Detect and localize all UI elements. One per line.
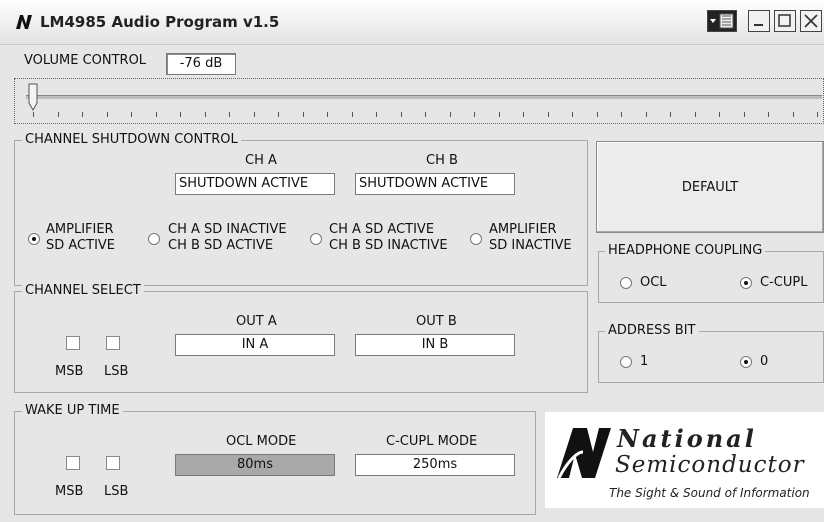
ch-a-status: SHUTDOWN ACTIVE xyxy=(175,173,335,195)
volume-label: VOLUME CONTROL xyxy=(24,53,147,68)
volume-value: -76 dB xyxy=(166,53,236,75)
radio-ch-a-inactive[interactable] xyxy=(148,233,160,245)
slider-tick xyxy=(474,112,475,117)
national-n-icon xyxy=(557,428,611,479)
slider-tick xyxy=(645,112,647,117)
slider-tick xyxy=(57,112,59,117)
slider-tick xyxy=(180,112,181,117)
slider-tick xyxy=(621,112,622,117)
wake-up-msb-checkbox[interactable] xyxy=(66,456,80,470)
slider-tick xyxy=(817,112,818,117)
slider-tick xyxy=(498,112,500,117)
channel-shutdown-label: CHANNEL SHUTDOWN CONTROL xyxy=(22,132,241,147)
out-a-header: OUT A xyxy=(236,314,277,329)
channel-select-msb-checkbox[interactable] xyxy=(66,336,80,350)
default-button[interactable]: DEFAULT xyxy=(596,141,824,233)
wake-up-time-label: WAKE UP TIME xyxy=(22,403,123,418)
channel-shutdown-group xyxy=(14,140,588,286)
logo-national-text: National xyxy=(617,424,757,453)
radio-address-1[interactable] xyxy=(620,356,632,368)
ocl-label: OCL xyxy=(640,275,667,290)
slider-tick xyxy=(106,112,108,117)
radio-amplifier-sd-inactive[interactable] xyxy=(470,233,482,245)
wake-up-lsb-label: LSB xyxy=(104,484,129,499)
slider-tick xyxy=(376,112,377,117)
slider-tick xyxy=(278,112,279,117)
logo-tagline: The Sight & Sound of Information xyxy=(609,486,810,500)
window-title: LM4985 Audio Program v1.5 xyxy=(40,13,280,31)
slider-tick xyxy=(131,112,132,117)
address-0-label: 0 xyxy=(760,354,769,369)
headphone-coupling-label: HEADPHONE COUPLING xyxy=(605,243,766,258)
slider-tick xyxy=(425,112,426,117)
title-bar: LM4985 Audio Program v1.5 xyxy=(0,0,824,45)
out-b-value: IN B xyxy=(355,334,515,356)
slider-tick xyxy=(327,112,328,117)
option-amplifier-sd-inactive-label: AMPLIFIER SD INACTIVE xyxy=(489,222,572,253)
channel-select-msb-label: MSB xyxy=(55,364,84,379)
slider-tick xyxy=(572,112,573,117)
app-window: LM4985 Audio Program v1.5 VOLUME CONTROL… xyxy=(0,0,824,522)
slider-tick xyxy=(523,112,524,117)
slider-tick xyxy=(82,112,83,117)
logo-semiconductor-text: Semiconductor xyxy=(615,452,805,478)
out-b-header: OUT B xyxy=(416,314,457,329)
slider-tick xyxy=(694,112,696,117)
slider-tick xyxy=(547,112,549,117)
slider-tick xyxy=(33,112,34,117)
window-menu-icon[interactable] xyxy=(707,10,737,32)
slider-tick xyxy=(596,112,598,117)
radio-ocl[interactable] xyxy=(620,277,632,289)
ch-a-header: CH A xyxy=(245,153,277,168)
slider-tick xyxy=(204,112,206,117)
option-amplifier-sd-active-label: AMPLIFIER SD ACTIVE xyxy=(46,222,116,253)
slider-tick xyxy=(302,112,304,117)
channel-select-lsb-checkbox[interactable] xyxy=(106,336,120,350)
slider-tick xyxy=(253,112,255,117)
radio-address-0[interactable] xyxy=(740,356,752,368)
slider-tick xyxy=(719,112,720,117)
slider-tick xyxy=(400,112,402,117)
slider-tick xyxy=(351,112,353,117)
ccupl-mode-header: C-CUPL MODE xyxy=(386,434,478,449)
slider-tick xyxy=(792,112,794,117)
ch-b-status: SHUTDOWN ACTIVE xyxy=(355,173,515,195)
maximize-icon[interactable] xyxy=(774,10,796,32)
out-a-value: IN A xyxy=(175,334,335,356)
ccupl-mode-value: 250ms xyxy=(355,454,515,476)
volume-slider-thumb[interactable] xyxy=(28,83,38,111)
slider-tick xyxy=(768,112,769,117)
slider-tick xyxy=(670,112,671,117)
wake-up-lsb-checkbox[interactable] xyxy=(106,456,120,470)
ocl-mode-header: OCL MODE xyxy=(226,434,297,449)
radio-amplifier-sd-active[interactable] xyxy=(28,233,40,245)
radio-ccupl[interactable] xyxy=(740,277,752,289)
volume-slider-track[interactable] xyxy=(26,95,822,99)
option-ch-b-inactive-label: CH A SD ACTIVE CH B SD INACTIVE xyxy=(329,222,448,253)
radio-ch-b-inactive[interactable] xyxy=(310,233,322,245)
ocl-mode-value: 80ms xyxy=(175,454,335,476)
slider-tick xyxy=(155,112,157,117)
channel-select-lsb-label: LSB xyxy=(104,364,129,379)
option-ch-a-inactive-label: CH A SD INACTIVE CH B SD ACTIVE xyxy=(168,222,287,253)
slider-tick xyxy=(229,112,230,117)
wake-up-msb-label: MSB xyxy=(55,484,84,499)
slider-tick xyxy=(449,112,451,117)
address-1-label: 1 xyxy=(640,354,649,369)
ccupl-label: C-CUPL xyxy=(760,275,808,290)
close-icon[interactable] xyxy=(800,10,822,32)
minimize-icon[interactable] xyxy=(748,10,770,32)
national-semiconductor-logo: National Semiconductor The Sight & Sound… xyxy=(545,412,824,508)
ch-b-header: CH B xyxy=(426,153,458,168)
national-logo-icon xyxy=(16,15,32,29)
channel-select-label: CHANNEL SELECT xyxy=(22,283,144,298)
slider-tick xyxy=(743,112,745,117)
address-bit-label: ADDRESS BIT xyxy=(605,323,699,338)
volume-slider-area xyxy=(14,78,824,124)
address-bit-group xyxy=(598,331,824,383)
